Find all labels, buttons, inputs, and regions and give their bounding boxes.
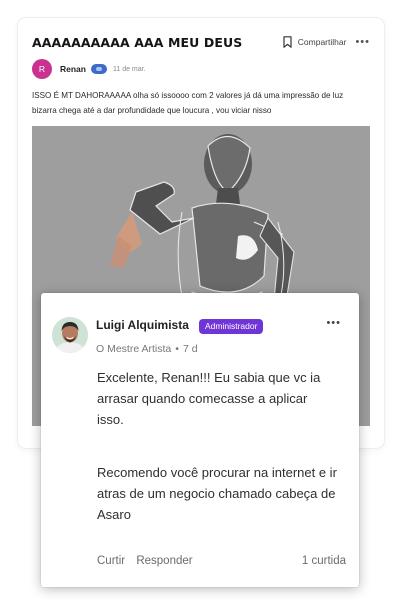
comment-card: Luigi Alquimista Administrador ••• O Mes… [41,293,359,587]
commenter-name[interactable]: Luigi Alquimista [96,318,189,332]
person-avatar-icon [52,317,88,353]
comment-time: 7 d [182,343,198,355]
author-avatar[interactable]: R [32,59,52,79]
share-button[interactable]: Compartilhar [298,37,347,47]
post-author-row: R Renan 11 de mar. [32,58,146,80]
like-button[interactable]: Curtir [97,555,125,567]
post-header: AAAAAAAAAA AAA MEU DEUS Compartilhar ••• [32,31,370,53]
commenter-avatar[interactable] [52,317,88,353]
post-title: AAAAAAAAAA AAA MEU DEUS [32,34,243,50]
commenter-rank: O Mestre Artista [96,343,172,355]
level-badge-icon [90,64,107,74]
bookmark-icon[interactable] [283,36,292,48]
post-more-options-icon[interactable]: ••• [355,37,370,48]
comment-more-options-icon[interactable]: ••• [326,318,341,329]
admin-role-badge: Administrador [199,319,264,334]
like-count[interactable]: 1 curtida [302,555,346,567]
reply-button[interactable]: Responder [136,555,192,567]
post-date: 11 de mar. [112,65,146,73]
author-name[interactable]: Renan [60,64,86,74]
post-body-text: ISSO É MT DAHORAAAAA olha só issoooo com… [32,91,344,115]
commenter-meta: O Mestre Artista • 7 d [96,343,198,355]
meta-separator: • [175,343,179,355]
comment-actions: Curtir Responder [97,555,201,567]
comment-paragraph: Excelente, Renan!!! Eu sabia que vc ia a… [97,370,321,427]
comment-paragraph: Recomendo você procurar na internet e ir… [97,465,337,522]
